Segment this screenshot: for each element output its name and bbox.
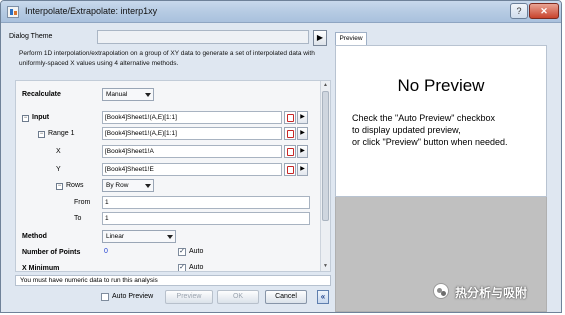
- collapse-preview-button[interactable]: «: [317, 290, 329, 304]
- dialog-theme-label: Dialog Theme: [9, 33, 53, 40]
- select-range-icon[interactable]: [284, 163, 296, 176]
- scroll-thumb[interactable]: [322, 91, 329, 221]
- chevron-down-icon: [145, 184, 151, 188]
- dialog-description: Perform 1D interpolation/extrapolation o…: [19, 50, 315, 67]
- preview-instructions: Check the "Auto Preview" checkbox to dis…: [352, 112, 507, 148]
- no-preview-heading: No Preview: [397, 76, 485, 95]
- number-of-points-auto-checkbox[interactable]: ✓: [178, 248, 186, 256]
- to-field[interactable]: 1: [102, 212, 310, 225]
- scroll-down-icon[interactable]: ▼: [322, 263, 329, 270]
- watermark-text: 热分析与吸附: [455, 286, 528, 300]
- method-label: Method: [22, 233, 47, 240]
- x-label: X: [56, 148, 61, 155]
- preview-instruction-line: to display updated preview,: [352, 125, 461, 135]
- title-bar[interactable]: Interpolate/Extrapolate: interp1xy ? ✕: [1, 1, 561, 23]
- method-value: Linear: [106, 233, 125, 240]
- range-field[interactable]: [Book4]Sheet1!(A,E)[1:1]: [102, 127, 282, 140]
- input-range-field[interactable]: [Book4]Sheet1!(A,E)[1:1]: [102, 111, 282, 124]
- preview-button[interactable]: Preview: [165, 290, 213, 304]
- dialog-theme-input[interactable]: [97, 30, 309, 44]
- number-of-points-label: Number of Points: [22, 249, 81, 256]
- number-of-points-auto-label: Auto: [189, 248, 204, 255]
- select-range-icon[interactable]: [284, 111, 296, 124]
- wechat-logo-icon: [433, 283, 449, 299]
- scroll-up-icon[interactable]: ▲: [322, 82, 329, 89]
- y-column-field[interactable]: [Book4]Sheet1!E: [102, 163, 282, 176]
- rows-value: By Row: [106, 182, 129, 189]
- recalculate-label: Recalculate: [22, 91, 61, 98]
- interpolate-dialog: Interpolate/Extrapolate: interp1xy ? ✕ D…: [0, 0, 562, 313]
- select-range-icon[interactable]: [284, 145, 296, 158]
- status-message: You must have numeric data to run this a…: [15, 275, 331, 286]
- chevron-down-icon: [167, 235, 173, 239]
- preview-instruction-line: or click "Preview" button when needed.: [352, 137, 508, 147]
- input-label: Input: [32, 114, 50, 121]
- number-of-points-value[interactable]: 0: [104, 248, 108, 255]
- from-field[interactable]: 1: [102, 196, 310, 209]
- to-label: To: [74, 215, 82, 222]
- ok-button[interactable]: OK: [217, 290, 259, 304]
- recalculate-value: Manual: [106, 91, 128, 98]
- help-button[interactable]: ?: [510, 3, 528, 19]
- settings-panel: Recalculate Manual − Input [Book4]Sheet1…: [15, 80, 331, 272]
- input-menu-button[interactable]: ▶: [297, 111, 308, 124]
- dialog-theme-menu-button[interactable]: ▶: [313, 30, 327, 46]
- range-collapse-toggle[interactable]: −: [38, 131, 45, 138]
- method-select[interactable]: Linear: [102, 230, 176, 243]
- input-collapse-toggle[interactable]: −: [22, 115, 29, 122]
- preview-instruction-line: Check the "Auto Preview" checkbox: [352, 113, 495, 123]
- x-minimum-auto-label: Auto: [189, 264, 204, 271]
- origin-app-icon: [7, 6, 19, 18]
- rows-select[interactable]: By Row: [102, 179, 154, 192]
- close-button[interactable]: ✕: [529, 3, 559, 19]
- y-label: Y: [56, 166, 61, 173]
- auto-preview-checkbox[interactable]: [101, 293, 109, 301]
- recalculate-select[interactable]: Manual: [102, 88, 154, 101]
- x-column-field[interactable]: [Book4]Sheet1!A: [102, 145, 282, 158]
- from-label: From: [74, 199, 91, 206]
- x-minimum-auto-checkbox[interactable]: ✓: [178, 264, 186, 271]
- select-range-icon[interactable]: [284, 127, 296, 140]
- cancel-button[interactable]: Cancel: [265, 290, 307, 304]
- window-title: Interpolate/Extrapolate: interp1xy: [25, 6, 158, 16]
- range-menu-button[interactable]: ▶: [297, 127, 308, 140]
- settings-scrollbar[interactable]: ▲ ▼: [320, 81, 330, 271]
- x-menu-button[interactable]: ▶: [297, 145, 308, 158]
- rows-label: Rows: [66, 182, 84, 189]
- preview-area: No Preview Check the "Auto Preview" chec…: [335, 45, 547, 197]
- auto-preview-label: Auto Preview: [112, 293, 154, 300]
- chevron-down-icon: [145, 93, 151, 97]
- rows-collapse-toggle[interactable]: −: [56, 183, 63, 190]
- y-menu-button[interactable]: ▶: [297, 163, 308, 176]
- range-label: Range 1: [48, 130, 75, 137]
- x-minimum-label: X Minimum: [22, 265, 60, 272]
- tab-preview[interactable]: Preview: [335, 32, 367, 45]
